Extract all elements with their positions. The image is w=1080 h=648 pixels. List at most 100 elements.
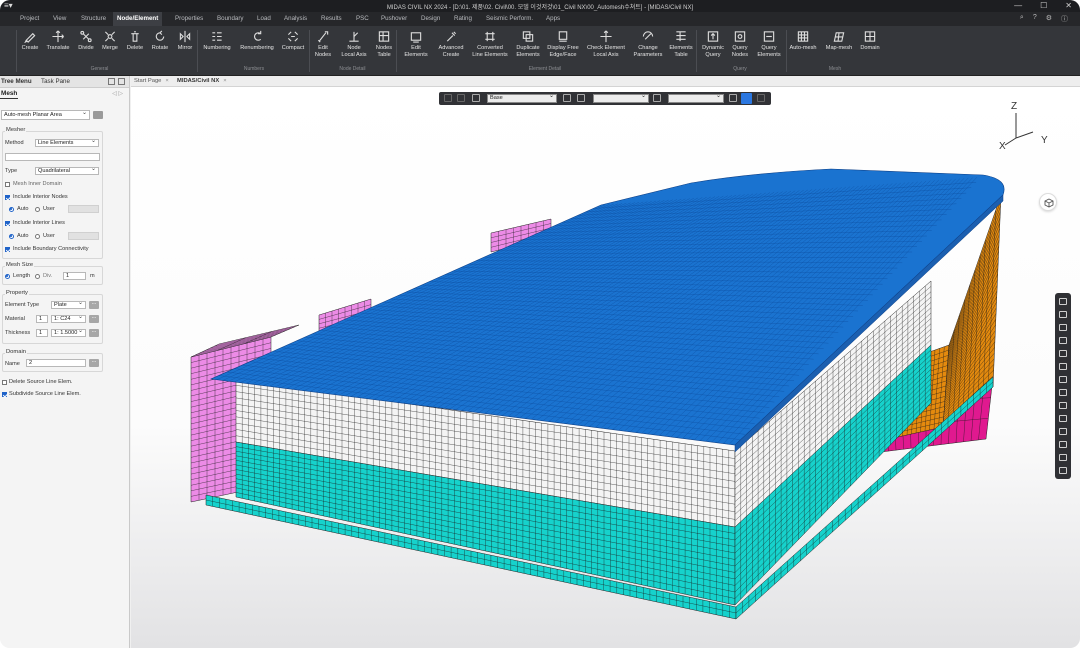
group-selector[interactable] [593, 93, 649, 103]
nodes-auto-radio[interactable] [9, 207, 14, 212]
domain-more-button[interactable]: ... [89, 358, 99, 367]
shade-icon[interactable] [1059, 415, 1067, 422]
material-select[interactable]: 1: C24 [51, 315, 86, 323]
tree-menu-tab[interactable]: Tree Menu [1, 78, 32, 85]
tab-design[interactable]: Design [421, 15, 440, 22]
redo-icon[interactable] [457, 94, 465, 102]
undo-icon[interactable] [444, 94, 452, 102]
element-type-select[interactable]: Plate [51, 301, 86, 309]
numbering-icon [210, 30, 224, 43]
zoom-icon[interactable] [729, 94, 737, 102]
mesh-size-input[interactable]: 1 [63, 272, 86, 280]
pan-icon[interactable] [1059, 324, 1067, 331]
element-type-more-button[interactable]: ... [89, 300, 99, 309]
display-icon[interactable] [1059, 428, 1067, 435]
panel-dock-icon[interactable] [108, 78, 115, 85]
model-viewport[interactable]: Base Z Y X [131, 87, 1080, 648]
mesh-inner-domain-checkbox[interactable] [5, 182, 10, 187]
close-icon[interactable]: × [165, 78, 168, 84]
type-select[interactable]: Quadrilateral [35, 167, 99, 175]
include-interior-nodes-checkbox[interactable] [5, 195, 10, 200]
line-selection-field[interactable] [5, 153, 100, 161]
settings-icon[interactable]: ⚙ [1046, 14, 1052, 24]
thickness-id-field[interactable]: 1 [36, 329, 48, 337]
command-options-button[interactable] [93, 111, 103, 119]
zoom-icon[interactable] [1059, 337, 1067, 344]
tab-start-page[interactable]: Start Page × [134, 78, 169, 84]
tab-load[interactable]: Load [257, 15, 271, 22]
tab-node-element[interactable]: Node/Element [113, 12, 163, 26]
check-element-local-axis-button[interactable]: Check Element Local Axis [584, 30, 628, 58]
document-tabs: Start Page × MIDAS/Civil NX × [131, 76, 1080, 87]
tab-analysis[interactable]: Analysis [284, 15, 307, 22]
help-icon[interactable]: ? [1033, 14, 1037, 24]
tab-psc[interactable]: PSC [356, 15, 369, 22]
tab-apps[interactable]: Apps [546, 15, 560, 22]
delete-source-checkbox[interactable] [2, 380, 7, 385]
tab-rating[interactable]: Rating [454, 15, 472, 22]
tab-seismic-perform[interactable]: Seismic Perform. [486, 15, 533, 22]
domain-name-field[interactable]: 2 [26, 359, 86, 367]
layers-icon[interactable] [1059, 389, 1067, 396]
render-icon[interactable] [1059, 441, 1067, 448]
panel-nav-icon[interactable]: ◁ ▷ [112, 90, 123, 97]
info-icon[interactable]: ⓘ [1061, 14, 1068, 24]
ribbon-button-label: Numbering [203, 45, 231, 51]
material-id-field[interactable]: 1 [36, 315, 48, 323]
include-boundary-checkbox[interactable] [5, 247, 10, 252]
unlock-icon[interactable] [757, 94, 765, 102]
tab-boundary[interactable]: Boundary [217, 15, 244, 22]
subdivide-source-checkbox[interactable] [2, 392, 7, 397]
boundary-selector[interactable] [668, 93, 724, 103]
filter-select-icon[interactable] [653, 94, 661, 102]
axis-z-label: Z [1011, 101, 1018, 112]
view-selector[interactable]: Base [487, 93, 557, 103]
close-icon[interactable]: × [223, 78, 226, 84]
command-select[interactable]: Auto-mesh Planar Area [1, 110, 90, 120]
nodes-user-field[interactable] [68, 205, 99, 213]
lines-user-field[interactable] [68, 232, 99, 240]
hide-icon[interactable] [1059, 402, 1067, 409]
method-select[interactable]: Line Elements [35, 139, 99, 147]
tab-structure[interactable]: Structure [81, 15, 106, 22]
layer-icon[interactable] [563, 94, 571, 102]
nodes-user-radio[interactable] [35, 207, 40, 212]
grid-icon[interactable] [1059, 376, 1067, 383]
rotate-view-icon[interactable] [1059, 350, 1067, 357]
include-interior-lines-checkbox[interactable] [5, 221, 10, 226]
length-radio[interactable] [5, 274, 10, 279]
material-more-button[interactable]: ... [89, 314, 99, 323]
ribbon-button-label: Edit Elements [404, 45, 428, 58]
group-icon[interactable] [577, 94, 585, 102]
domain-button[interactable]: Domain [848, 30, 892, 52]
div-radio[interactable] [35, 274, 40, 279]
front-view-icon[interactable] [1059, 363, 1067, 370]
wire-icon[interactable] [1059, 454, 1067, 461]
tab-results[interactable]: Results [321, 15, 342, 22]
close-button[interactable]: ✕ [1065, 1, 1072, 10]
display-free-edge-button[interactable]: Display Free Edge/Face [541, 30, 585, 58]
tab-project[interactable]: Project [20, 15, 39, 22]
tab-properties[interactable]: Properties [175, 15, 203, 22]
filter-icon[interactable] [472, 94, 480, 102]
advanced-create-button[interactable]: Advanced Create [429, 30, 473, 58]
ribbon-button-label: Converted Line Elements [472, 45, 508, 58]
thickness-select[interactable]: 1: 1.5000 [51, 329, 86, 337]
lock-view-button[interactable] [741, 93, 752, 104]
task-pane-tab[interactable]: Task Pane [41, 78, 70, 85]
lines-user-radio[interactable] [35, 234, 40, 239]
view-cube-button[interactable] [1039, 193, 1057, 211]
maximize-button[interactable]: ☐ [1040, 1, 1047, 10]
eye-icon[interactable] [1059, 467, 1067, 474]
thickness-more-button[interactable]: ... [89, 328, 99, 337]
zoom-fit-icon[interactable] [1059, 298, 1067, 305]
numbering-button[interactable]: Numbering [195, 30, 239, 52]
panel-close-icon[interactable] [118, 78, 125, 85]
search-icon[interactable]: ⌕ [1020, 14, 1024, 24]
tab-midas-civil-nx[interactable]: MIDAS/Civil NX × [177, 78, 227, 84]
tab-view[interactable]: View [53, 15, 66, 22]
select-icon[interactable] [1059, 311, 1067, 318]
lines-auto-radio[interactable] [9, 234, 14, 239]
tab-pushover[interactable]: Pushover [381, 15, 407, 22]
minimize-button[interactable]: — [1014, 1, 1022, 10]
